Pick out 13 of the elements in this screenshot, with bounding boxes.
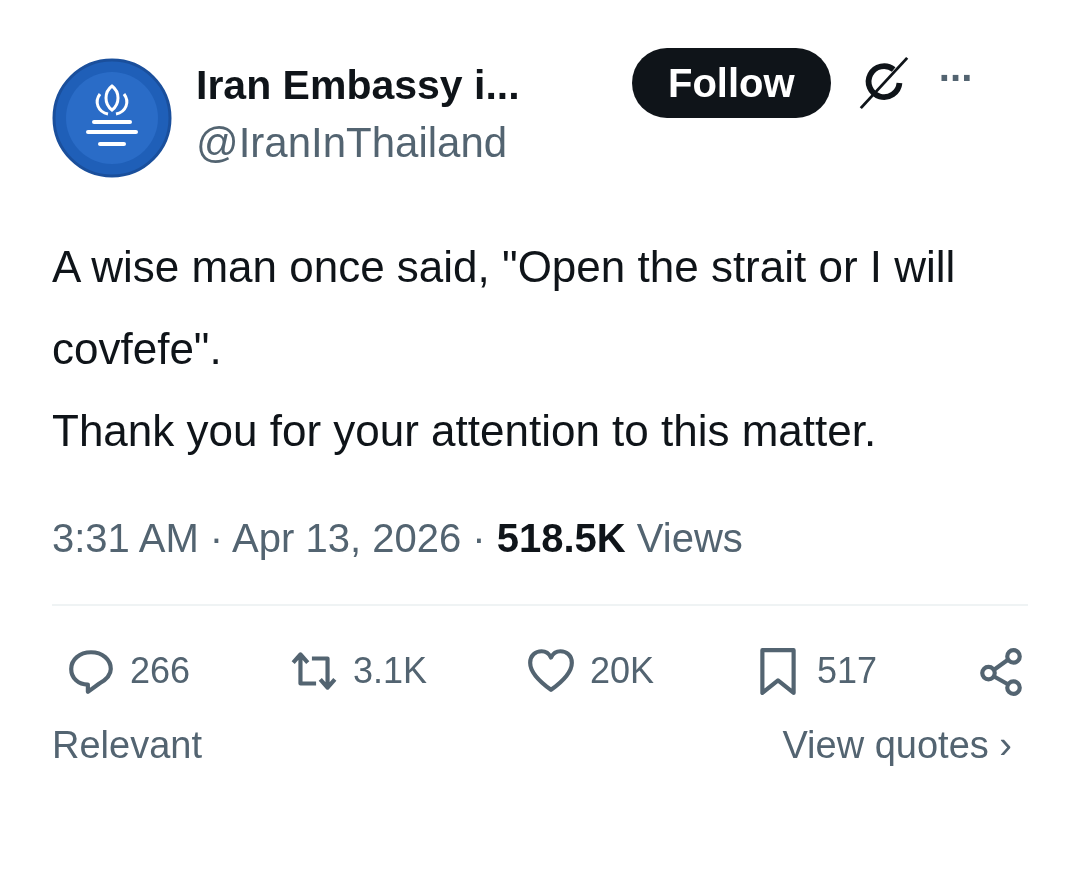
sort-label[interactable]: Relevant — [52, 724, 202, 767]
repost-button[interactable]: 3.1K — [289, 646, 428, 696]
post-text: A wise man once said, "Open the strait or I will covfefe". Thank you for your attention to this matter. — [52, 241, 957, 457]
author-handle[interactable]: @IranInThailand — [196, 114, 616, 172]
author-name[interactable]: Iran Embassy i... — [196, 56, 616, 114]
post-meta: 3:31 AM · Apr 13, 2026 · 518.5K Views — [52, 515, 744, 562]
like-button[interactable]: 20K — [526, 646, 655, 696]
view-quotes-link[interactable]: View quotes › — [782, 724, 1012, 767]
bookmark-button[interactable]: 517 — [752, 646, 878, 696]
more-button[interactable]: ··· — [934, 58, 977, 98]
avatar-seal-icon — [52, 58, 172, 178]
follow-button[interactable]: Follow — [632, 48, 831, 118]
reply-button[interactable]: 266 — [66, 646, 191, 696]
